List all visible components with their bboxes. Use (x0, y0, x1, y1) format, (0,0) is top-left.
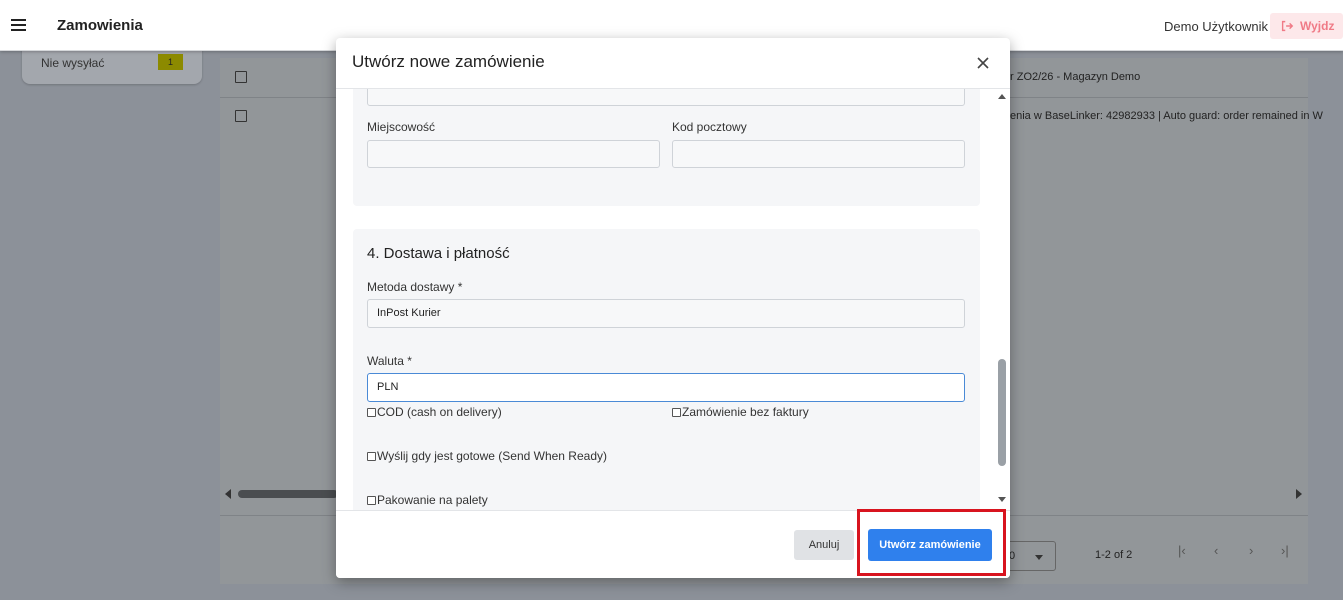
checkbox-icon[interactable] (367, 451, 376, 461)
logout-button[interactable]: Wyjdz (1270, 13, 1343, 39)
row-checkbox[interactable] (235, 71, 247, 83)
first-page-icon[interactable]: |‹ (1178, 543, 1186, 558)
scroll-right-arrow-icon[interactable] (1296, 489, 1302, 499)
menu-icon[interactable] (11, 19, 26, 31)
pallets-checkbox[interactable]: Pakowanie na palety (367, 493, 488, 507)
scroll-left-arrow-icon[interactable] (225, 489, 231, 499)
highlight-box (857, 509, 1006, 576)
logout-label: Wyjdz (1300, 19, 1335, 33)
close-icon[interactable] (975, 55, 991, 71)
cod-checkbox[interactable]: COD (cash on delivery) (367, 405, 502, 419)
vertical-scrollbar-thumb[interactable] (998, 359, 1006, 466)
delivery-method-label: Metoda dostawy * (367, 280, 463, 294)
last-page-icon[interactable]: ›| (1281, 543, 1289, 558)
cancel-button[interactable]: Anuluj (794, 530, 854, 560)
sidebar-item-label[interactable]: Nie wysyłać (41, 56, 104, 70)
delivery-payment-section: 4. Dostawa i płatność Metoda dostawy * I… (353, 229, 980, 510)
checkbox-icon[interactable] (367, 495, 376, 505)
table-cell: enia w BaseLinker: 42982933 | Auto guard… (1010, 110, 1323, 122)
checkbox-icon[interactable] (367, 407, 376, 417)
currency-field[interactable]: PLN (367, 373, 965, 402)
postal-code-label: Kod pocztowy (672, 120, 747, 134)
currency-label: Waluta * (367, 354, 412, 368)
postal-code-input[interactable] (672, 140, 965, 168)
next-page-icon[interactable]: › (1249, 543, 1253, 558)
dialog-title: Utwórz nowe zamówienie (352, 52, 545, 71)
dialog-body[interactable]: Miejscowość Kod pocztowy 4. Dostawa i pł… (336, 88, 1010, 510)
app-title: Zamowienia (57, 17, 143, 34)
city-label: Miejscowość (367, 120, 436, 134)
sidebar-item-badge: 1 (158, 54, 183, 70)
checkbox-icon[interactable] (672, 407, 681, 417)
table-cell: r ZO2/26 - Magazyn Demo (1010, 71, 1141, 83)
chevron-down-icon (1035, 555, 1043, 560)
address-field[interactable] (367, 89, 965, 106)
delivery-method-field[interactable]: InPost Kurier (367, 299, 965, 328)
address-section: Miejscowość Kod pocztowy (353, 89, 980, 206)
horizontal-scrollbar-thumb[interactable] (238, 490, 338, 498)
prev-page-icon[interactable]: ‹ (1214, 543, 1218, 558)
user-name: Demo Użytkownik (1164, 19, 1269, 34)
logout-icon (1281, 20, 1294, 32)
scroll-up-arrow-icon[interactable] (998, 94, 1006, 99)
no-invoice-checkbox[interactable]: Zamówienie bez faktury (672, 405, 809, 419)
scroll-down-arrow-icon[interactable] (998, 497, 1006, 502)
row-checkbox[interactable] (235, 110, 247, 122)
city-input[interactable] (367, 140, 660, 168)
section-heading: 4. Dostawa i płatność (367, 245, 510, 262)
pagination-range: 1-2 of 2 (1095, 549, 1133, 561)
send-when-ready-checkbox[interactable]: Wyślij gdy jest gotowe (Send When Ready) (367, 449, 607, 463)
create-order-dialog: Utwórz nowe zamówienie Miejscowość Kod p… (336, 38, 1010, 578)
